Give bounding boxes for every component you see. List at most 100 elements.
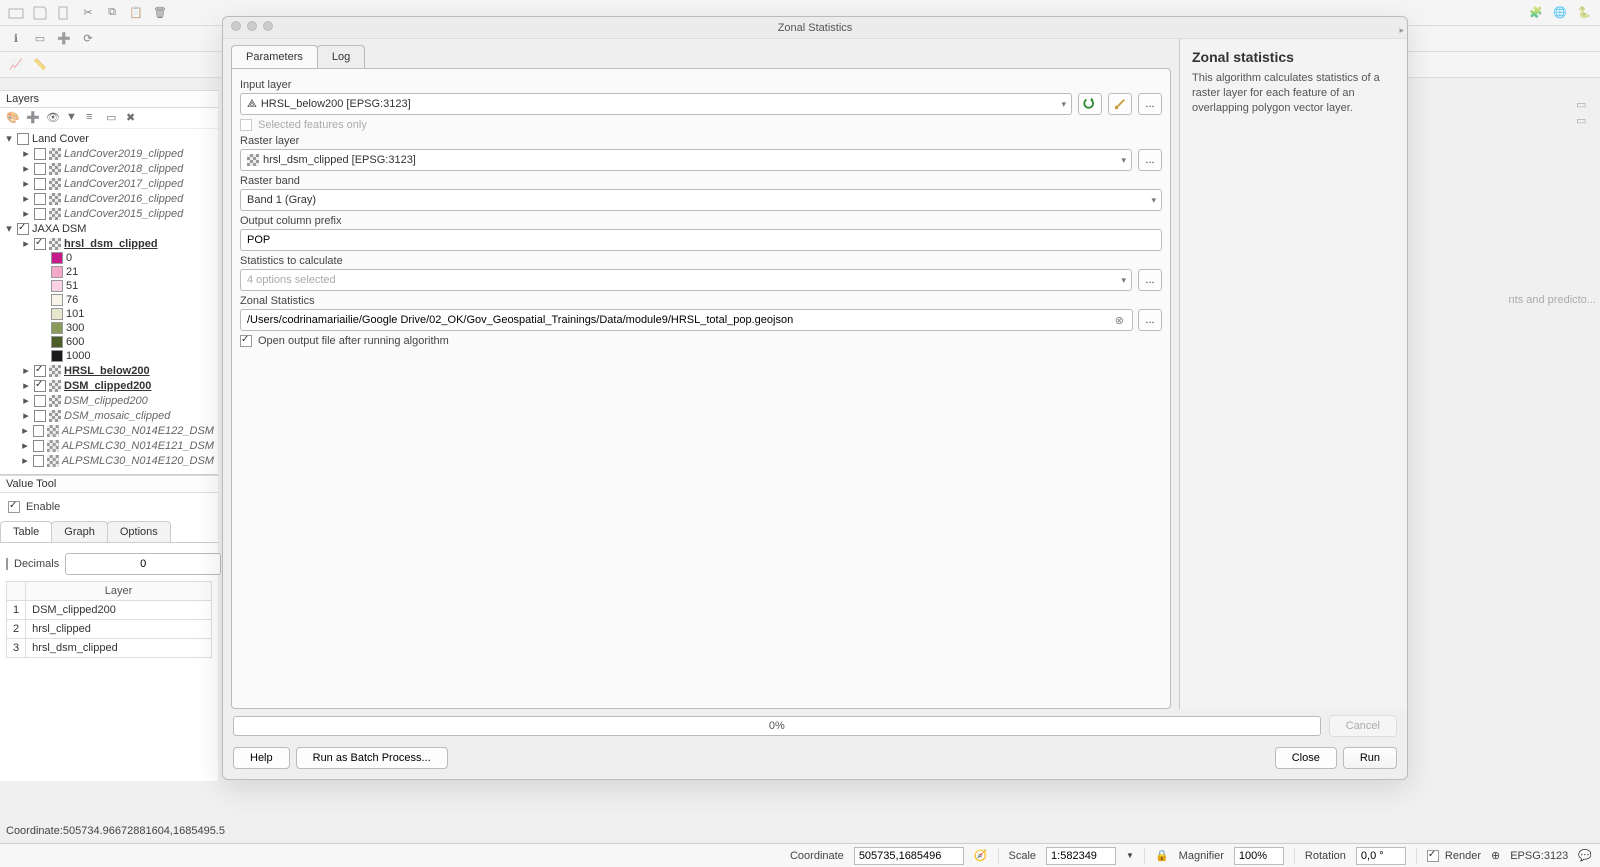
layer-checkbox[interactable]	[33, 440, 45, 452]
layer-name[interactable]: ALPSMLC30_N014E121_DSM	[62, 440, 214, 452]
group-name[interactable]: JAXA DSM	[32, 223, 86, 235]
dock-icon[interactable]: ▭	[1576, 98, 1590, 112]
save-icon[interactable]	[30, 3, 50, 23]
open-output-checkbox[interactable]: Open output file after running algorithm	[240, 335, 1162, 347]
add-layer-icon[interactable]: ➕	[54, 29, 74, 49]
magnifier-input[interactable]	[1234, 847, 1284, 865]
expander-icon[interactable]: ▸	[21, 207, 31, 220]
minimize-window-icon[interactable]	[247, 21, 257, 31]
raster-layer-combo[interactable]: hrsl_dsm_clipped [EPSG:3123]	[240, 149, 1132, 171]
collapse-icon[interactable]: ▭	[106, 111, 120, 125]
iterate-features-button[interactable]	[1078, 93, 1102, 115]
layer-checkbox[interactable]	[34, 380, 46, 392]
paste-icon[interactable]: 📋	[126, 3, 146, 23]
browse-input-button[interactable]: ...	[1138, 93, 1162, 115]
eye-icon[interactable]: 👁	[46, 111, 60, 125]
layer-name[interactable]: ALPSMLC30_N014E120_DSM	[62, 455, 214, 467]
expander-icon[interactable]: ▸	[21, 394, 31, 407]
layer-name[interactable]: LandCover2015_clipped	[64, 208, 183, 220]
delete-icon[interactable]: 🗑	[150, 3, 170, 23]
expander-icon[interactable]: ▸	[21, 379, 31, 392]
python-icon[interactable]: 🐍	[1574, 3, 1594, 23]
lock-icon[interactable]: 🔒	[1155, 849, 1169, 862]
refresh-icon[interactable]: ⟳	[78, 29, 98, 49]
layer-checkbox[interactable]	[34, 238, 46, 250]
expander-icon[interactable]: ▸	[21, 192, 31, 205]
tab-parameters[interactable]: Parameters	[231, 45, 318, 68]
zonal-output-input[interactable]	[240, 309, 1133, 331]
browse-output-button[interactable]: ...	[1138, 309, 1162, 331]
messages-icon[interactable]: 💬	[1578, 849, 1592, 862]
layer-checkbox[interactable]	[33, 425, 45, 437]
raster-band-combo[interactable]: Band 1 (Gray)	[240, 189, 1162, 211]
copy-icon[interactable]: ⧉	[102, 3, 122, 23]
extent-icon[interactable]: 🧭	[974, 849, 988, 862]
render-checkbox[interactable]: Render	[1427, 850, 1481, 862]
tab-options[interactable]: Options	[107, 521, 171, 542]
rotation-input[interactable]	[1356, 847, 1406, 865]
expander-icon[interactable]: ▸	[21, 364, 31, 377]
run-button[interactable]: Run	[1343, 747, 1397, 769]
layer-checkbox[interactable]	[34, 163, 46, 175]
cut-icon[interactable]: ✂	[78, 3, 98, 23]
layer-name[interactable]: hrsl_dsm_clipped	[64, 238, 158, 250]
identify-icon[interactable]: ℹ	[6, 29, 26, 49]
output-prefix-input[interactable]	[240, 229, 1162, 251]
expander-icon[interactable]: ▾	[4, 132, 14, 145]
expander-icon[interactable]: ▾	[4, 222, 14, 235]
epsg-label[interactable]: EPSG:3123	[1510, 850, 1568, 862]
layer-name[interactable]: LandCover2017_clipped	[64, 178, 183, 190]
open-icon[interactable]	[6, 3, 26, 23]
coord-input[interactable]	[854, 847, 964, 865]
add-group-icon[interactable]: ➕	[26, 111, 40, 125]
new-icon[interactable]	[54, 3, 74, 23]
group-checkbox[interactable]	[17, 133, 29, 145]
stats-options-button[interactable]: ...	[1138, 269, 1162, 291]
layer-checkbox[interactable]	[34, 193, 46, 205]
close-button[interactable]: Close	[1275, 747, 1337, 769]
layer-checkbox[interactable]	[34, 365, 46, 377]
layer-name[interactable]: LandCover2016_clipped	[64, 193, 183, 205]
dropdown-icon[interactable]: ▼	[1126, 851, 1134, 860]
browse-raster-button[interactable]: ...	[1138, 149, 1162, 171]
select-icon[interactable]: ▭	[30, 29, 50, 49]
expander-icon[interactable]: ▸	[21, 147, 31, 160]
tab-table[interactable]: Table	[0, 521, 52, 542]
layer-checkbox[interactable]	[34, 148, 46, 160]
crs-icon[interactable]: ⊕	[1491, 849, 1500, 862]
group-name[interactable]: Land Cover	[32, 133, 89, 145]
expander-icon[interactable]: ▸	[20, 454, 30, 467]
plugin-icon[interactable]: 🧩	[1526, 3, 1546, 23]
measure-icon[interactable]: 📏	[30, 55, 50, 75]
close-window-icon[interactable]	[231, 21, 241, 31]
expander-icon[interactable]: ▸	[21, 409, 31, 422]
layer-checkbox[interactable]	[34, 395, 46, 407]
remove-icon[interactable]: ✖	[126, 111, 140, 125]
expander-icon[interactable]: ▸	[20, 424, 30, 437]
dialog-titlebar[interactable]: Zonal Statistics	[223, 17, 1407, 39]
advanced-options-button[interactable]	[1108, 93, 1132, 115]
layer-checkbox[interactable]	[34, 208, 46, 220]
window-controls[interactable]	[231, 21, 273, 31]
layer-checkbox[interactable]	[34, 410, 46, 422]
decimals-checkbox[interactable]	[6, 558, 8, 570]
filter-icon[interactable]: ▼	[66, 111, 80, 125]
tab-log[interactable]: Log	[317, 45, 365, 68]
layer-checkbox[interactable]	[33, 455, 45, 467]
chart-icon[interactable]: 📈	[6, 55, 26, 75]
layers-tree[interactable]: ▾Land Cover▸LandCover2019_clipped▸LandCo…	[0, 129, 218, 474]
help-button[interactable]: Help	[233, 747, 290, 769]
expander-icon[interactable]: ▸	[21, 162, 31, 175]
expander-icon[interactable]: ▸	[21, 177, 31, 190]
globe-icon[interactable]: 🌐	[1550, 3, 1570, 23]
tab-graph[interactable]: Graph	[51, 521, 108, 542]
layer-name[interactable]: HRSL_below200	[64, 365, 150, 377]
clear-output-icon[interactable]: ⊗	[1115, 314, 1124, 327]
maximize-window-icon[interactable]	[263, 21, 273, 31]
style-icon[interactable]: 🎨	[6, 111, 20, 125]
group-checkbox[interactable]	[17, 223, 29, 235]
expander-icon[interactable]: ▸	[21, 237, 31, 250]
input-layer-combo[interactable]: ⟁HRSL_below200 [EPSG:3123]	[240, 93, 1072, 115]
layer-name[interactable]: ALPSMLC30_N014E122_DSM	[62, 425, 214, 437]
dock-icon[interactable]: ▭	[1576, 114, 1590, 128]
